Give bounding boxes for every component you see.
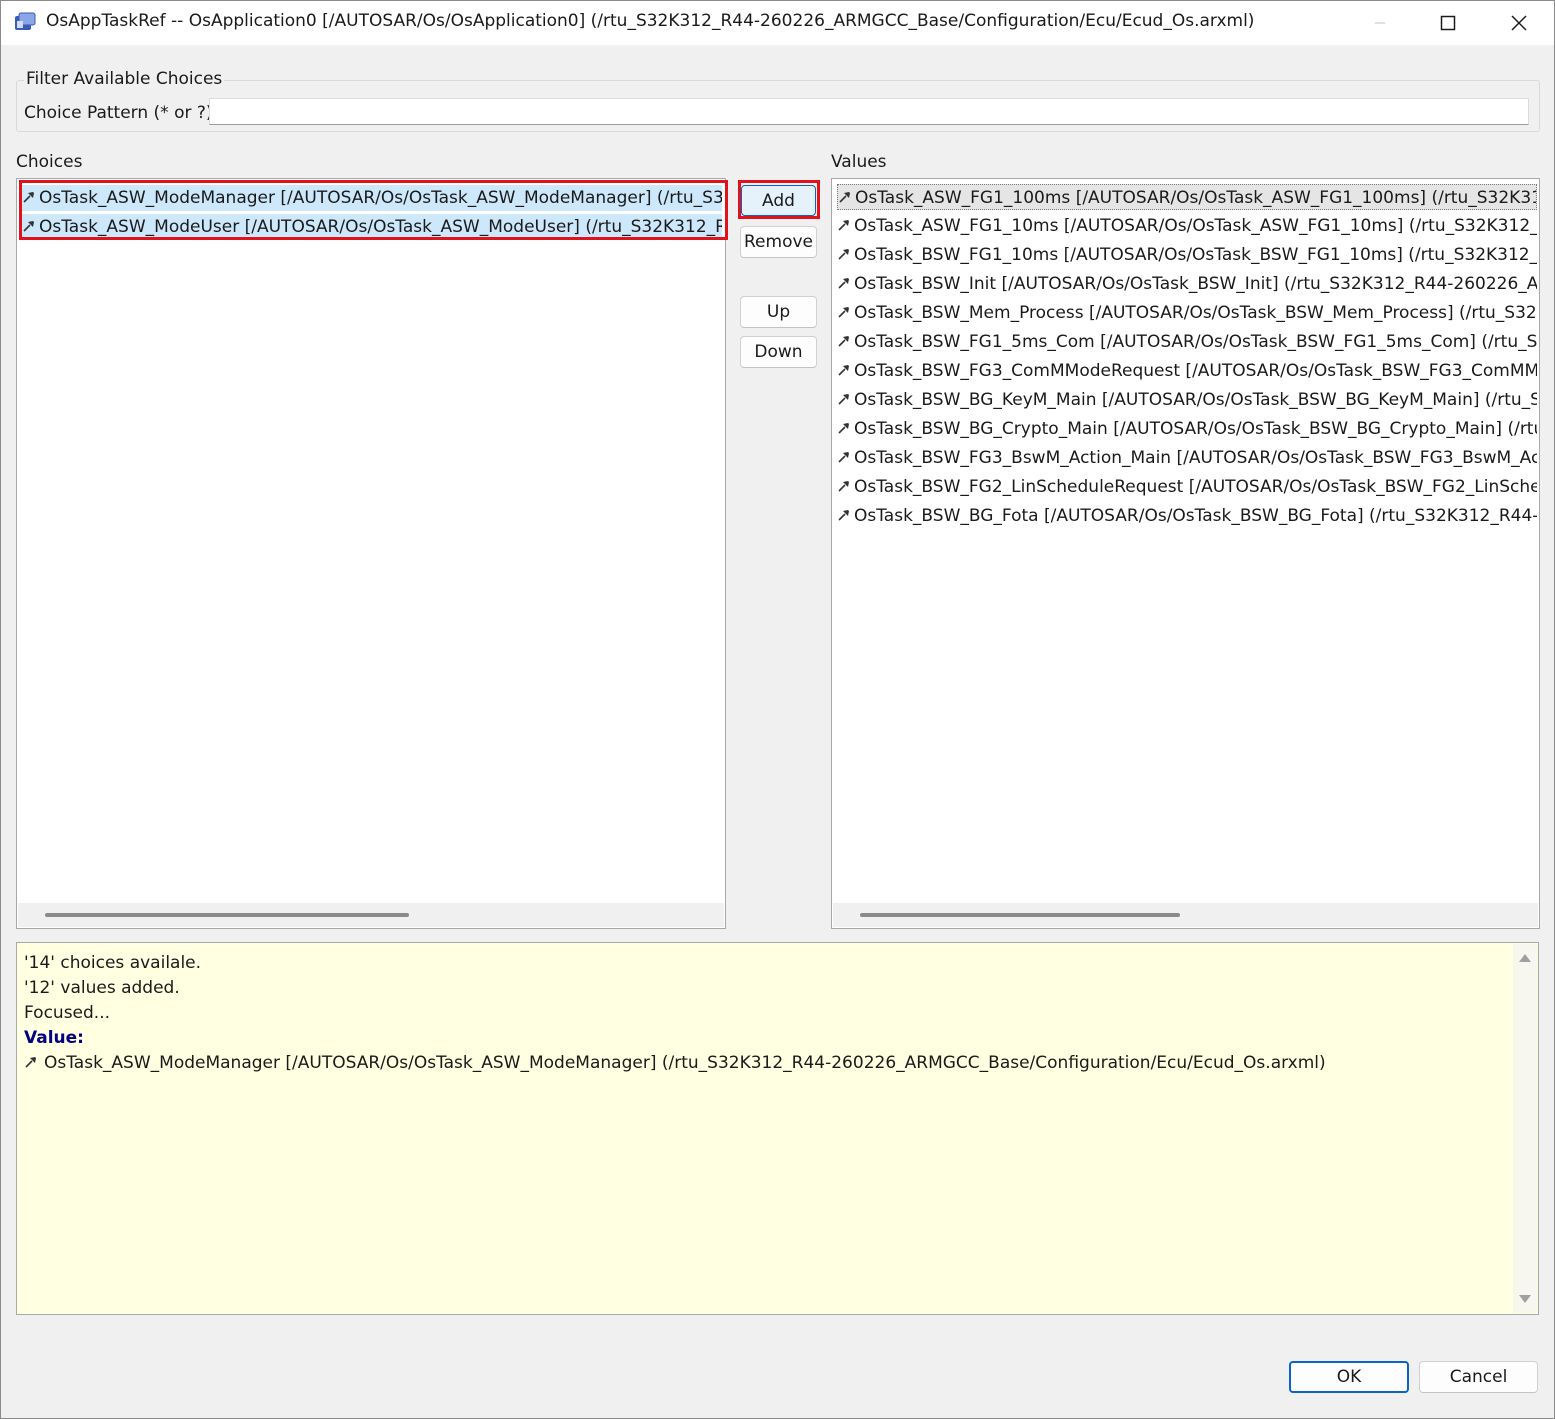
values-list-item[interactable]: OsTask_BSW_FG3_ComMModeRequest [/AUTOSAR…	[837, 358, 1537, 384]
info-choices-count: '14' choices availale.	[24, 953, 202, 973]
value-item-label: OsTask_BSW_FG3_BswM_Action_Main [/AUTOSA…	[854, 448, 1537, 468]
choices-list[interactable]: OsTask_ASW_ModeManager [/AUTOSAR/Os/OsTa…	[16, 178, 726, 929]
values-list-item[interactable]: OsTask_ASW_FG1_10ms [/AUTOSAR/Os/OsTask_…	[837, 213, 1537, 239]
scroll-down-icon[interactable]	[1519, 1295, 1531, 1303]
pin-icon	[838, 278, 849, 289]
value-item-label: OsTask_ASW_FG1_10ms [/AUTOSAR/Os/OsTask_…	[854, 216, 1537, 236]
pin-icon	[838, 394, 849, 405]
maximize-button[interactable]	[1413, 1, 1483, 45]
filter-legend: Filter Available Choices	[24, 69, 225, 89]
pin-icon	[25, 1057, 36, 1068]
pin-icon	[838, 423, 849, 434]
choices-label: Choices	[16, 152, 83, 172]
pin-icon	[23, 192, 34, 203]
pin-icon	[23, 221, 34, 232]
values-list-item[interactable]: OsTask_ASW_FG1_100ms [/AUTOSAR/Os/OsTask…	[837, 184, 1537, 210]
values-list-item[interactable]: OsTask_BSW_BG_KeyM_Main [/AUTOSAR/Os/OsT…	[837, 387, 1537, 413]
info-value-line: OsTask_ASW_ModeManager [/AUTOSAR/Os/OsTa…	[24, 1053, 1326, 1073]
value-item-label: OsTask_BSW_FG3_ComMModeRequest [/AUTOSAR…	[854, 361, 1537, 381]
info-panel: '14' choices availale. '12' values added…	[16, 942, 1539, 1315]
add-button[interactable]: Add	[741, 185, 816, 216]
values-list-item[interactable]: OsTask_BSW_FG3_BswM_Action_Main [/AUTOSA…	[837, 445, 1537, 471]
values-list-item[interactable]: OsTask_BSW_Mem_Process [/AUTOSAR/Os/OsTa…	[837, 300, 1537, 326]
values-list[interactable]: OsTask_ASW_FG1_100ms [/AUTOSAR/Os/OsTask…	[831, 178, 1540, 929]
scroll-up-icon[interactable]	[1519, 954, 1531, 962]
choices-horizontal-scrollbar[interactable]	[18, 903, 724, 927]
value-item-label: OsTask_BSW_BG_Crypto_Main [/AUTOSAR/Os/O…	[854, 419, 1537, 439]
pin-icon	[838, 249, 849, 260]
values-label: Values	[831, 152, 887, 172]
choice-item-label: OsTask_ASW_ModeUser [/AUTOSAR/Os/OsTask_…	[39, 217, 722, 237]
pin-icon	[838, 365, 849, 376]
values-horizontal-scrollbar[interactable]	[833, 903, 1538, 927]
value-item-label: OsTask_BSW_BG_Fota [/AUTOSAR/Os/OsTask_B…	[854, 506, 1537, 526]
choice-pattern-input[interactable]	[209, 98, 1529, 125]
info-focused: Focused...	[24, 1003, 111, 1023]
pin-icon	[838, 481, 849, 492]
pin-icon	[839, 192, 850, 203]
value-item-label: OsTask_ASW_FG1_100ms [/AUTOSAR/Os/OsTask…	[855, 188, 1537, 208]
info-values-count: '12' values added.	[24, 978, 180, 998]
values-list-item[interactable]: OsTask_BSW_FG1_5ms_Com [/AUTOSAR/Os/OsTa…	[837, 329, 1537, 355]
ok-button[interactable]: OK	[1289, 1361, 1409, 1393]
choice-item-label: OsTask_ASW_ModeManager [/AUTOSAR/Os/OsTa…	[39, 188, 722, 208]
values-list-item[interactable]: OsTask_BSW_FG2_LinScheduleRequest [/AUTO…	[837, 474, 1537, 500]
minimize-button[interactable]	[1345, 1, 1415, 45]
value-item-label: OsTask_BSW_Init [/AUTOSAR/Os/OsTask_BSW_…	[854, 274, 1537, 294]
maximize-icon	[1440, 15, 1456, 31]
choice-pattern-label: Choice Pattern (* or ?)	[24, 103, 213, 123]
info-vertical-scrollbar[interactable]	[1513, 944, 1537, 1313]
value-item-label: OsTask_BSW_FG2_LinScheduleRequest [/AUTO…	[854, 477, 1537, 497]
scrollbar-thumb[interactable]	[45, 913, 409, 917]
value-item-label: OsTask_BSW_FG1_10ms [/AUTOSAR/Os/OsTask_…	[854, 245, 1537, 265]
minimize-icon	[1375, 22, 1385, 24]
info-value-text: OsTask_ASW_ModeManager [/AUTOSAR/Os/OsTa…	[44, 1053, 1326, 1073]
values-list-item[interactable]: OsTask_BSW_BG_Fota [/AUTOSAR/Os/OsTask_B…	[837, 503, 1537, 529]
choices-list-item[interactable]: OsTask_ASW_ModeManager [/AUTOSAR/Os/OsTa…	[22, 185, 722, 211]
values-list-item[interactable]: OsTask_BSW_Init [/AUTOSAR/Os/OsTask_BSW_…	[837, 271, 1537, 297]
value-item-label: OsTask_BSW_BG_KeyM_Main [/AUTOSAR/Os/OsT…	[854, 390, 1537, 410]
pin-icon	[838, 336, 849, 347]
close-button[interactable]	[1484, 1, 1554, 45]
close-icon	[1511, 15, 1527, 31]
app-icon	[15, 12, 36, 30]
down-button[interactable]: Down	[740, 336, 817, 368]
info-value-label: Value:	[24, 1028, 84, 1048]
pin-icon	[838, 220, 849, 231]
up-button[interactable]: Up	[740, 296, 817, 328]
remove-button[interactable]: Remove	[740, 226, 817, 258]
cancel-button[interactable]: Cancel	[1419, 1361, 1538, 1393]
values-list-item[interactable]: OsTask_BSW_BG_Crypto_Main [/AUTOSAR/Os/O…	[837, 416, 1537, 442]
pin-icon	[838, 452, 849, 463]
scrollbar-thumb[interactable]	[860, 913, 1180, 917]
value-item-label: OsTask_BSW_FG1_5ms_Com [/AUTOSAR/Os/OsTa…	[854, 332, 1537, 352]
pin-icon	[838, 510, 849, 521]
values-list-item[interactable]: OsTask_BSW_FG1_10ms [/AUTOSAR/Os/OsTask_…	[837, 242, 1537, 268]
pin-icon	[838, 307, 849, 318]
choices-list-item[interactable]: OsTask_ASW_ModeUser [/AUTOSAR/Os/OsTask_…	[22, 214, 722, 240]
window-title: OsAppTaskRef -- OsApplication0 [/AUTOSAR…	[46, 11, 1255, 31]
value-item-label: OsTask_BSW_Mem_Process [/AUTOSAR/Os/OsTa…	[854, 303, 1537, 323]
